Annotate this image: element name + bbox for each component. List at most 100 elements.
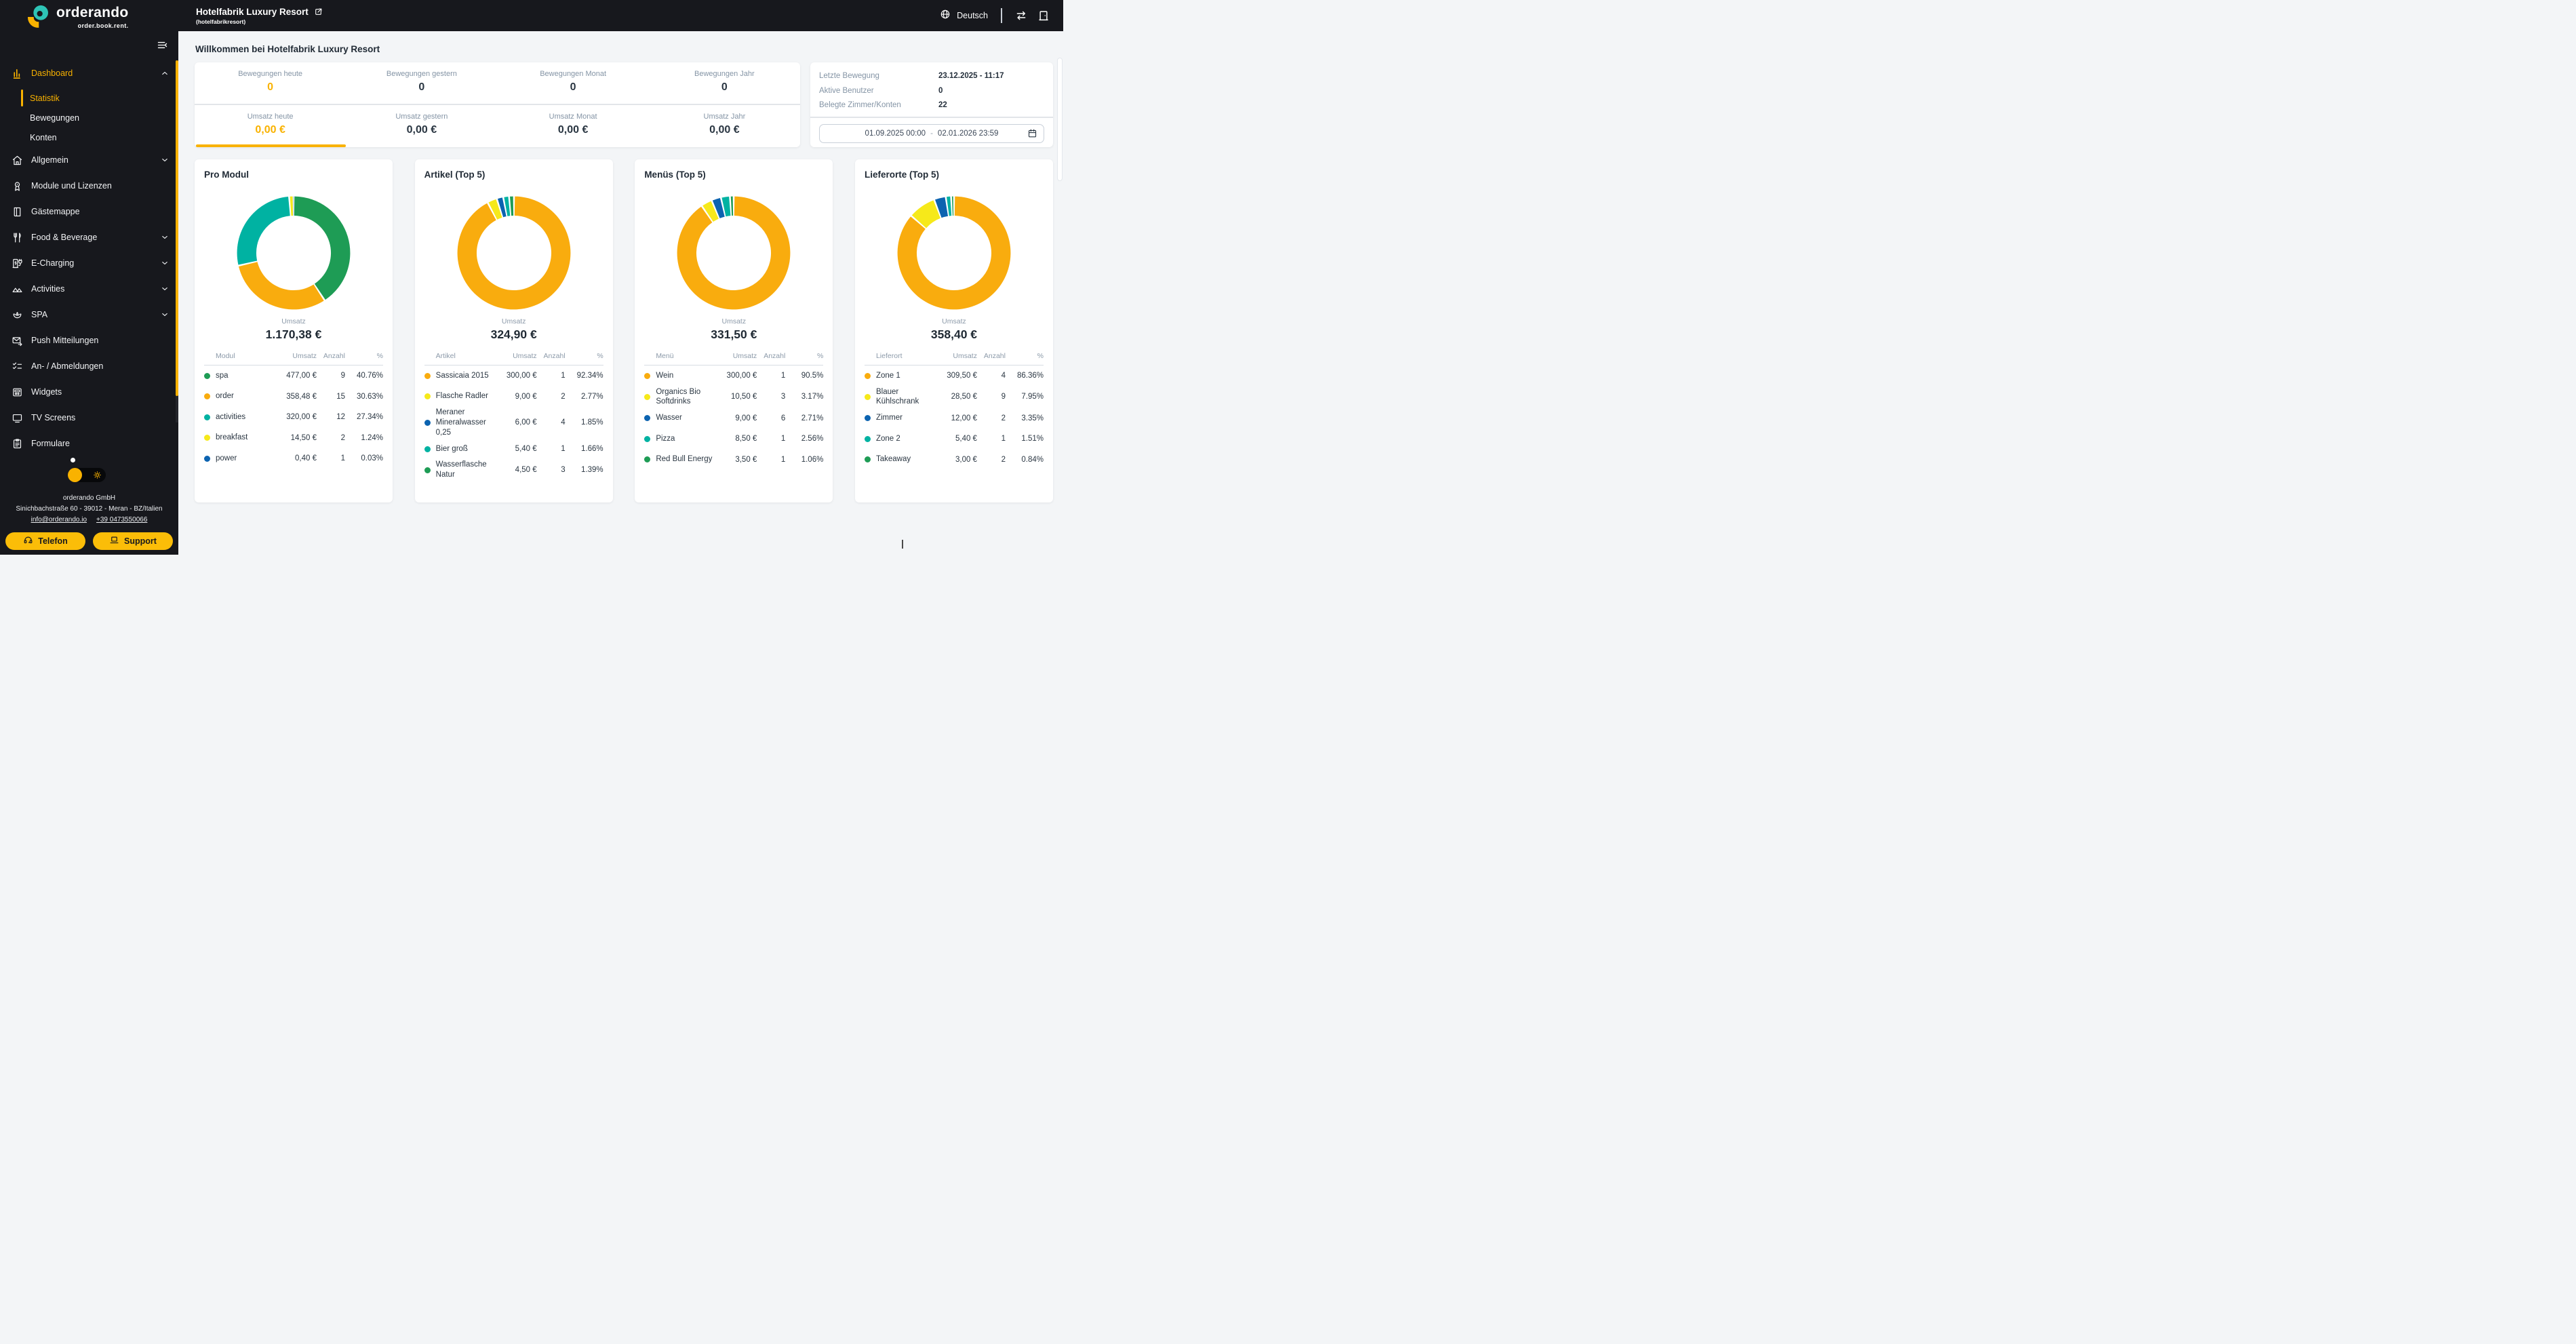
legend-color-dot xyxy=(644,415,651,422)
donut-center-value: 331,50 € xyxy=(711,328,757,341)
table-row: Meraner Mineralwasser 0,25 6,00 € 4 1.85… xyxy=(424,407,603,439)
guest-folder-icon xyxy=(12,206,23,218)
theme-toggle-knob[interactable] xyxy=(68,468,82,482)
chart-table: Lieferort Umsatz Anzahl % Zone 1 309,50 … xyxy=(864,352,1044,470)
text-cursor xyxy=(902,540,903,549)
stat-umsatz-heute[interactable]: Umsatz heute 0,00 € xyxy=(195,105,346,147)
theme-toggle[interactable] xyxy=(68,468,106,482)
stat-bewegungen-jahr[interactable]: Bewegungen Jahr 0 xyxy=(649,62,800,104)
sidebar-item-formulare[interactable]: Formulare xyxy=(0,431,178,456)
sidebar-item-activities[interactable]: Activities xyxy=(0,276,178,302)
table-row: Zone 1 309,50 € 4 86.36% xyxy=(864,365,1044,387)
table-row: Flasche Radler 9,00 € 2 2.77% xyxy=(424,387,603,408)
info-row-belegte-zimmer: Belegte Zimmer/Konten 22 xyxy=(819,101,947,109)
sidebar-item-allgemein[interactable]: Allgemein xyxy=(0,147,178,173)
chart-table: Artikel Umsatz Anzahl % Sassicaia 2015 3… xyxy=(424,352,603,481)
legend-color-dot xyxy=(204,455,210,462)
chart-card-title: Lieferorte (Top 5) xyxy=(864,170,939,180)
sidebar-item-e-charging[interactable]: E-Charging xyxy=(0,250,178,276)
sidebar-item-konten[interactable]: Konten xyxy=(0,127,178,147)
chart-table-header: Lieferort Umsatz Anzahl % xyxy=(864,352,1044,365)
chevron-down-icon xyxy=(160,310,170,319)
chevron-down-icon xyxy=(160,233,170,242)
property-title: Hotelfabrik Luxury Resort xyxy=(196,6,309,17)
page-scrollbar-thumb[interactable] xyxy=(1057,58,1063,181)
donut-center-label: Umsatz xyxy=(501,317,526,325)
info-row-aktive-benutzer: Aktive Benutzer 0 xyxy=(819,86,943,95)
sun-icon xyxy=(93,471,102,479)
company-email-link[interactable]: info@orderando.io xyxy=(31,515,87,526)
collapse-sidebar-icon[interactable] xyxy=(157,39,168,54)
stat-umsatz-gestern[interactable]: Umsatz gestern 0,00 € xyxy=(346,105,497,147)
widgets-icon xyxy=(12,387,23,398)
sidebar-item-g-stemappe[interactable]: Gästemappe xyxy=(0,199,178,224)
company-address: Sinichbachstraße 60 - 39012 - Meran - BZ… xyxy=(16,505,163,513)
sidebar-item-bewegungen[interactable]: Bewegungen xyxy=(0,108,178,127)
stat-bewegungen-heute[interactable]: Bewegungen heute 0 xyxy=(195,62,346,104)
sidebar-item-tv-screens[interactable]: TV Screens xyxy=(0,405,178,431)
charts-row: Pro Modul Umsatz 1.170,38 € Modul Umsatz… xyxy=(195,159,1053,502)
company-phone-link[interactable]: +39 0473550066 xyxy=(96,515,147,526)
donut-chart-lieferorte-top-5 xyxy=(896,195,1012,311)
legend-color-dot xyxy=(424,419,431,426)
cutlery-icon xyxy=(12,232,23,243)
sidebar-item-statistik[interactable]: Statistik xyxy=(0,88,178,108)
table-row: Zone 2 5,40 € 1 1.51% xyxy=(864,429,1044,450)
chart-card-pro-modul: Pro Modul Umsatz 1.170,38 € Modul Umsatz… xyxy=(195,159,393,502)
stat-umsatz-jahr[interactable]: Umsatz Jahr 0,00 € xyxy=(649,105,800,147)
sidebar-item-widgets[interactable]: Widgets xyxy=(0,379,178,405)
tv-icon xyxy=(12,412,23,424)
welcome-heading: Willkommen bei Hotelfabrik Luxury Resort xyxy=(195,44,380,54)
table-row: activities 320,00 € 12 27.34% xyxy=(204,407,383,428)
language-selector[interactable]: Deutsch xyxy=(940,9,988,23)
brand-logo: orderando order.book.rent. xyxy=(0,0,178,31)
sidebar-item-module-und-lizenzen[interactable]: Module und Lizenzen xyxy=(0,173,178,199)
sidebar-item-dashboard[interactable]: Dashboard xyxy=(0,60,178,86)
switch-property-icon[interactable] xyxy=(1015,9,1027,22)
legend-color-dot xyxy=(204,435,210,441)
legend-color-dot xyxy=(424,467,431,473)
legend-color-dot xyxy=(424,372,431,379)
logout-door-icon[interactable] xyxy=(1037,9,1050,22)
legend-color-dot xyxy=(864,435,871,442)
bar-chart-icon xyxy=(12,68,23,79)
table-row: Wasser 9,00 € 6 2.71% xyxy=(644,408,823,429)
donut-center-label: Umsatz xyxy=(942,317,966,325)
table-row: Organics Bio Softdrinks 10,50 € 3 3.17% xyxy=(644,387,823,408)
table-row: Bier groß 5,40 € 1 1.66% xyxy=(424,439,603,460)
external-link-icon[interactable] xyxy=(314,7,323,16)
brand-tagline: order.book.rent. xyxy=(77,22,129,29)
sidebar-item-label: Statistik xyxy=(30,93,60,103)
date-range-input[interactable]: 01.09.2025 00:00 - 02.01.2026 23:59 xyxy=(819,123,1044,143)
sidebar-item-an-abmeldungen[interactable]: An- / Abmeldungen xyxy=(0,353,178,379)
globe-icon xyxy=(940,9,951,23)
stat-bewegungen-gestern[interactable]: Bewegungen gestern 0 xyxy=(346,62,497,104)
sidebar-item-label: TV Screens xyxy=(31,413,76,422)
table-row: Red Bull Energy 3,50 € 1 1.06% xyxy=(644,449,823,470)
telefon-button[interactable]: Telefon xyxy=(5,532,85,550)
stat-bewegungen-monat[interactable]: Bewegungen Monat 0 xyxy=(498,62,649,104)
sidebar-item-label: Module und Lizenzen xyxy=(31,181,112,191)
sidebar-item-food-beverage[interactable]: Food & Beverage xyxy=(0,224,178,250)
topbar-divider xyxy=(1001,8,1002,23)
support-button[interactable]: Support xyxy=(93,532,173,550)
sidebar-item-label: Konten xyxy=(30,132,57,142)
stat-umsatz-monat[interactable]: Umsatz Monat 0,00 € xyxy=(498,105,649,147)
legend-color-dot xyxy=(424,446,431,452)
chevron-down-icon xyxy=(160,155,170,165)
sidebar-footer: orderando GmbH Sinichbachstraße 60 - 390… xyxy=(0,458,178,555)
headset-icon xyxy=(23,535,33,547)
info-row-letzte-bewegung: Letzte Bewegung 23.12.2025 - 11:17 xyxy=(819,72,1004,80)
legend-color-dot xyxy=(204,393,210,400)
chart-card-title: Pro Modul xyxy=(204,170,249,180)
sidebar-item-push-mitteilungen[interactable]: Push Mitteilungen xyxy=(0,328,178,353)
laptop-icon xyxy=(109,535,119,547)
chart-card-artikel-top-5: Artikel (Top 5) Umsatz 324,90 € Artikel … xyxy=(414,159,613,502)
sidebar-item-spa[interactable]: SPA xyxy=(0,302,178,328)
legend-color-dot xyxy=(644,435,651,442)
donut-center-value: 358,40 € xyxy=(930,328,978,341)
content: Willkommen bei Hotelfabrik Luxury Resort… xyxy=(178,31,1063,555)
active-tab-underline xyxy=(196,144,346,147)
orderando-logo-icon xyxy=(28,5,48,28)
chart-card-title: Menüs (Top 5) xyxy=(644,170,706,180)
